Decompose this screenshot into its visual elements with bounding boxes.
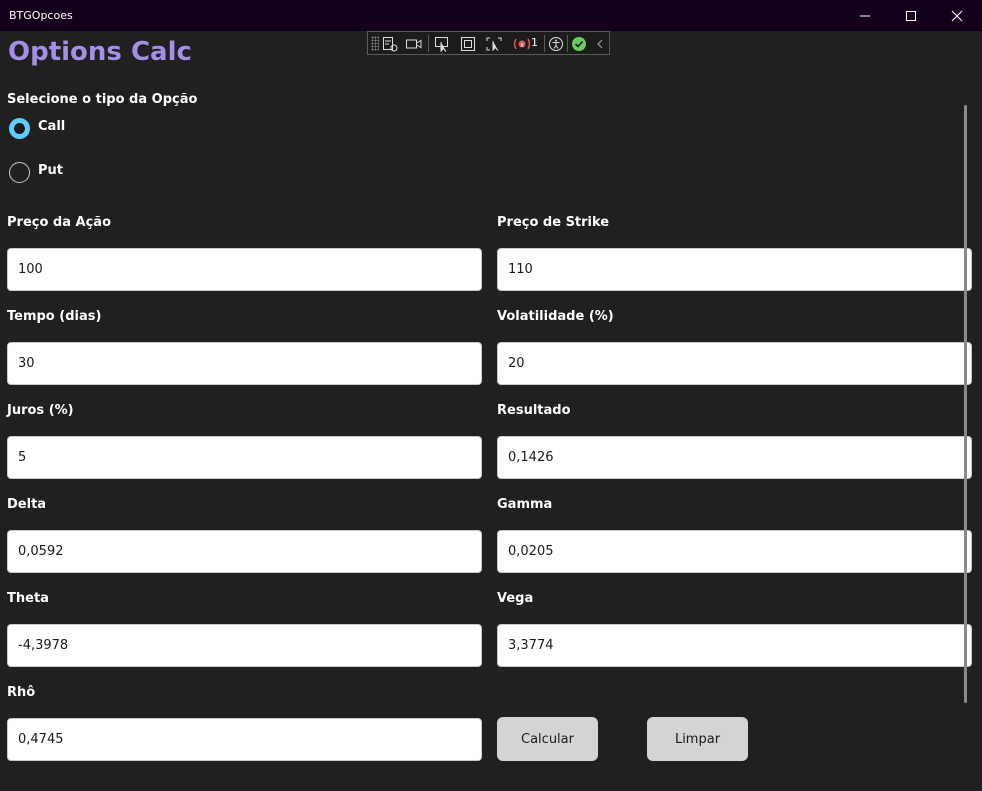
svg-text:x: x xyxy=(520,41,524,48)
select-element-icon xyxy=(435,36,448,52)
calcular-button[interactable]: Calcular xyxy=(497,717,598,761)
select-element-button[interactable] xyxy=(433,35,451,52)
accessibility-icon xyxy=(549,36,563,51)
radio-call[interactable]: Call xyxy=(9,118,109,140)
juros-input[interactable]: 5 xyxy=(7,436,482,479)
theta-output[interactable]: -4,3978 xyxy=(7,624,482,667)
live-visual-tree-button[interactable] xyxy=(381,35,399,52)
rho-output[interactable]: 0,4745 xyxy=(7,718,482,761)
radio-unchecked-icon xyxy=(9,162,30,183)
track-focus-button[interactable] xyxy=(485,35,503,52)
gamma-label: Gamma xyxy=(497,497,553,512)
delta-output[interactable]: 0,0592 xyxy=(7,530,482,573)
radio-call-label: Call xyxy=(38,119,66,134)
gamma-output[interactable]: 0,0205 xyxy=(497,530,972,573)
preco-acao-label: Preço da Ação xyxy=(7,215,111,230)
window-title-bar: BTGOpcoes xyxy=(0,0,982,31)
track-focus-icon xyxy=(486,37,502,51)
status-check-button[interactable] xyxy=(570,35,588,52)
maximize-icon xyxy=(906,10,916,21)
vega-output[interactable]: 3,3774 xyxy=(497,624,972,667)
display-layout-adorners-icon xyxy=(461,36,475,51)
record-button[interactable] xyxy=(405,35,423,52)
preco-strike-label: Preço de Strike xyxy=(497,215,610,230)
minimize-icon xyxy=(860,15,870,16)
maximize-button[interactable] xyxy=(888,0,934,31)
grip-icon[interactable] xyxy=(371,36,379,51)
volatilidade-label: Volatilidade (%) xyxy=(497,309,614,324)
resultado-label: Resultado xyxy=(497,403,571,418)
theta-label: Theta xyxy=(7,591,49,606)
collapse-chevron-icon xyxy=(597,39,603,48)
tempo-label: Tempo (dias) xyxy=(7,309,102,324)
resultado-output[interactable]: 0,1426 xyxy=(497,436,972,479)
radio-put-label: Put xyxy=(38,163,63,178)
window-title: BTGOpcoes xyxy=(9,9,73,22)
app-title: Options Calc xyxy=(8,37,192,67)
binding-failure-count: 1 xyxy=(531,36,538,49)
display-layout-adorners-button[interactable] xyxy=(459,35,477,52)
radio-checked-icon xyxy=(9,118,30,139)
vertical-scrollbar[interactable] xyxy=(964,105,967,703)
rho-label: Rhô xyxy=(7,685,36,700)
close-button[interactable] xyxy=(934,0,980,31)
checkmark-icon xyxy=(572,36,586,51)
juros-label: Juros (%) xyxy=(7,403,74,418)
delta-label: Delta xyxy=(7,497,47,512)
preco-strike-input[interactable]: 110 xyxy=(497,248,972,291)
accessibility-button[interactable] xyxy=(547,35,565,52)
xaml-debug-toolbar: x 1 xyxy=(367,31,610,55)
minimize-button[interactable] xyxy=(842,0,888,31)
vega-label: Vega xyxy=(497,591,534,606)
binding-failures-button[interactable]: x xyxy=(512,35,532,52)
limpar-button[interactable]: Limpar xyxy=(647,717,748,761)
preco-acao-input[interactable]: 100 xyxy=(7,248,482,291)
option-type-label: Selecione o tipo da Opção xyxy=(7,92,198,107)
tempo-input[interactable]: 30 xyxy=(7,342,482,385)
video-icon xyxy=(406,39,422,48)
radio-put[interactable]: Put xyxy=(9,162,109,184)
collapse-toolbar-button[interactable] xyxy=(591,35,609,52)
close-icon xyxy=(951,10,963,21)
volatilidade-input[interactable]: 20 xyxy=(497,342,972,385)
binding-failures-icon: x xyxy=(513,38,531,49)
live-visual-tree-icon xyxy=(383,36,398,51)
